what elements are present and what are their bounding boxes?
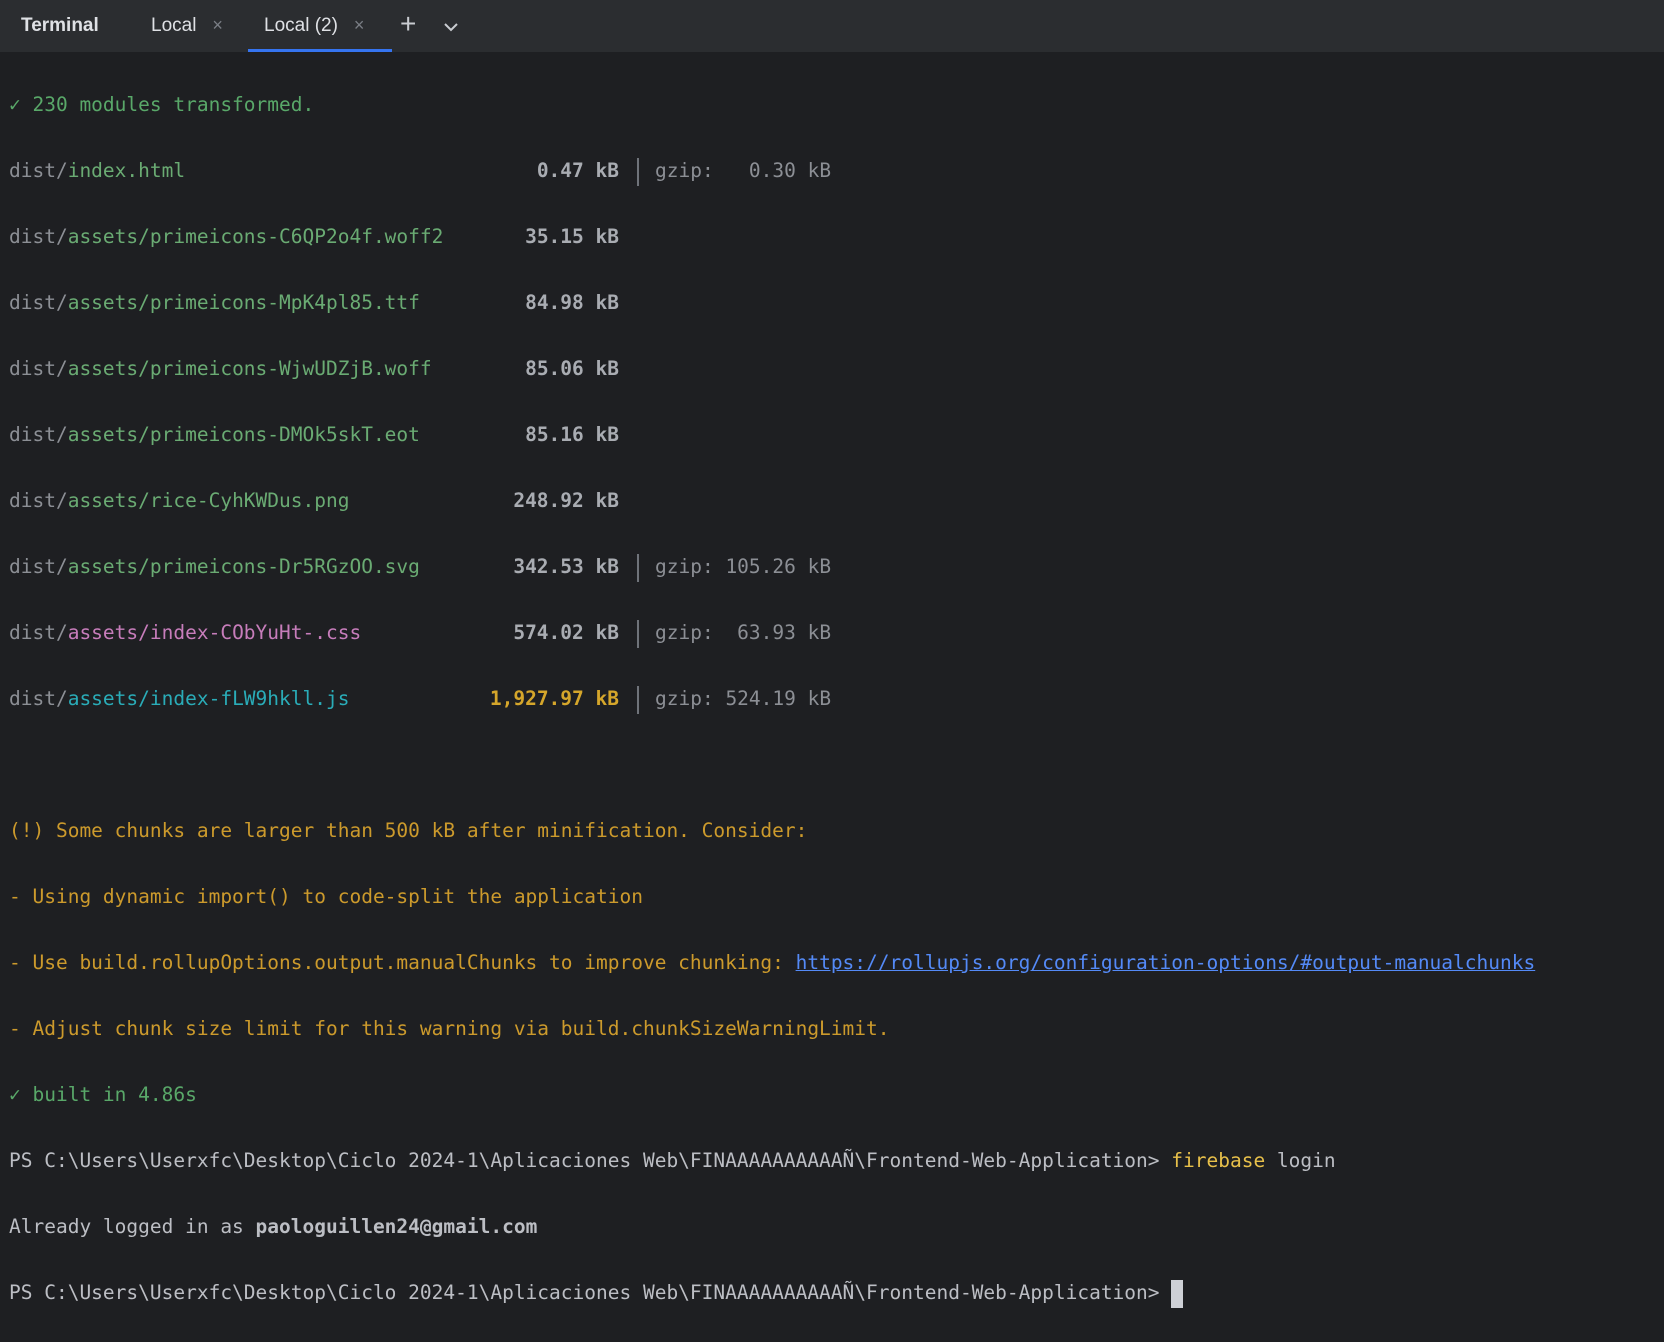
text-cursor	[1171, 1279, 1184, 1308]
file-row: dist/assets/primeicons-C6QP2o4f.woff2 35.…	[9, 225, 619, 248]
file-row: dist/assets/index-CObYuHt-.css 574.02 kB g…	[9, 616, 1664, 649]
tab-local-2[interactable]: Local (2) ×	[264, 15, 364, 37]
tip-line: - Using dynamic import() to code-split t…	[9, 885, 643, 908]
tip-line: - Adjust chunk size limit for this warni…	[9, 1017, 890, 1040]
file-row: dist/assets/primeicons-WjwUDZjB.woff 85.0…	[9, 357, 619, 380]
tab-label: Local	[151, 15, 197, 36]
file-row: dist/assets/rice-CyhKWDus.png 248.92 kB	[9, 489, 619, 512]
manual-chunks-link[interactable]: https://rollupjs.org/configuration-optio…	[796, 951, 1536, 974]
file-row: dist/assets/index-fLW9hkll.js 1,927.97 kB…	[9, 682, 1664, 715]
email: paologuillen24@gmail.com	[255, 1215, 538, 1238]
terminal-tab-bar: Terminal Local × Local (2) × +	[0, 0, 1664, 52]
new-tab-plus-icon[interactable]: +	[400, 8, 416, 40]
chevron-down-icon[interactable]	[443, 17, 459, 39]
tab-label: Local (2)	[264, 15, 338, 36]
tool-window-title: Terminal	[21, 15, 99, 36]
close-icon[interactable]: ×	[354, 15, 365, 35]
prompt-line: PS C:\Users\Userxfc\Desktop\Ciclo 2024-1…	[9, 1149, 1336, 1172]
file-row: dist/assets/primeicons-Dr5RGzOO.svg 342.5…	[9, 550, 1664, 583]
file-row: dist/index.html 0.47 kB gzip: 0.30 kB	[9, 154, 1664, 187]
modules-line: ✓ 230 modules transformed.	[9, 93, 315, 116]
warning-line: (!) Some chunks are larger than 500 kB a…	[9, 819, 808, 842]
active-tab-indicator	[248, 49, 392, 52]
close-icon[interactable]: ×	[212, 15, 223, 35]
login-status-line: Already logged in as paologuillen24@gmai…	[9, 1215, 538, 1238]
tip-line: - Use build.rollupOptions.output.manualC…	[9, 951, 1536, 974]
tab-local[interactable]: Local ×	[151, 15, 223, 37]
terminal-output[interactable]: ✓ 230 modules transformed. dist/index.ht…	[0, 52, 1664, 1342]
built-line: ✓ built in 4.86s	[9, 1083, 197, 1106]
file-row: dist/assets/primeicons-MpK4pl85.ttf 84.98…	[9, 291, 619, 314]
file-row: dist/assets/primeicons-DMOk5skT.eot 85.16…	[9, 423, 619, 446]
prompt-line[interactable]: PS C:\Users\Userxfc\Desktop\Ciclo 2024-1…	[9, 1276, 1664, 1309]
